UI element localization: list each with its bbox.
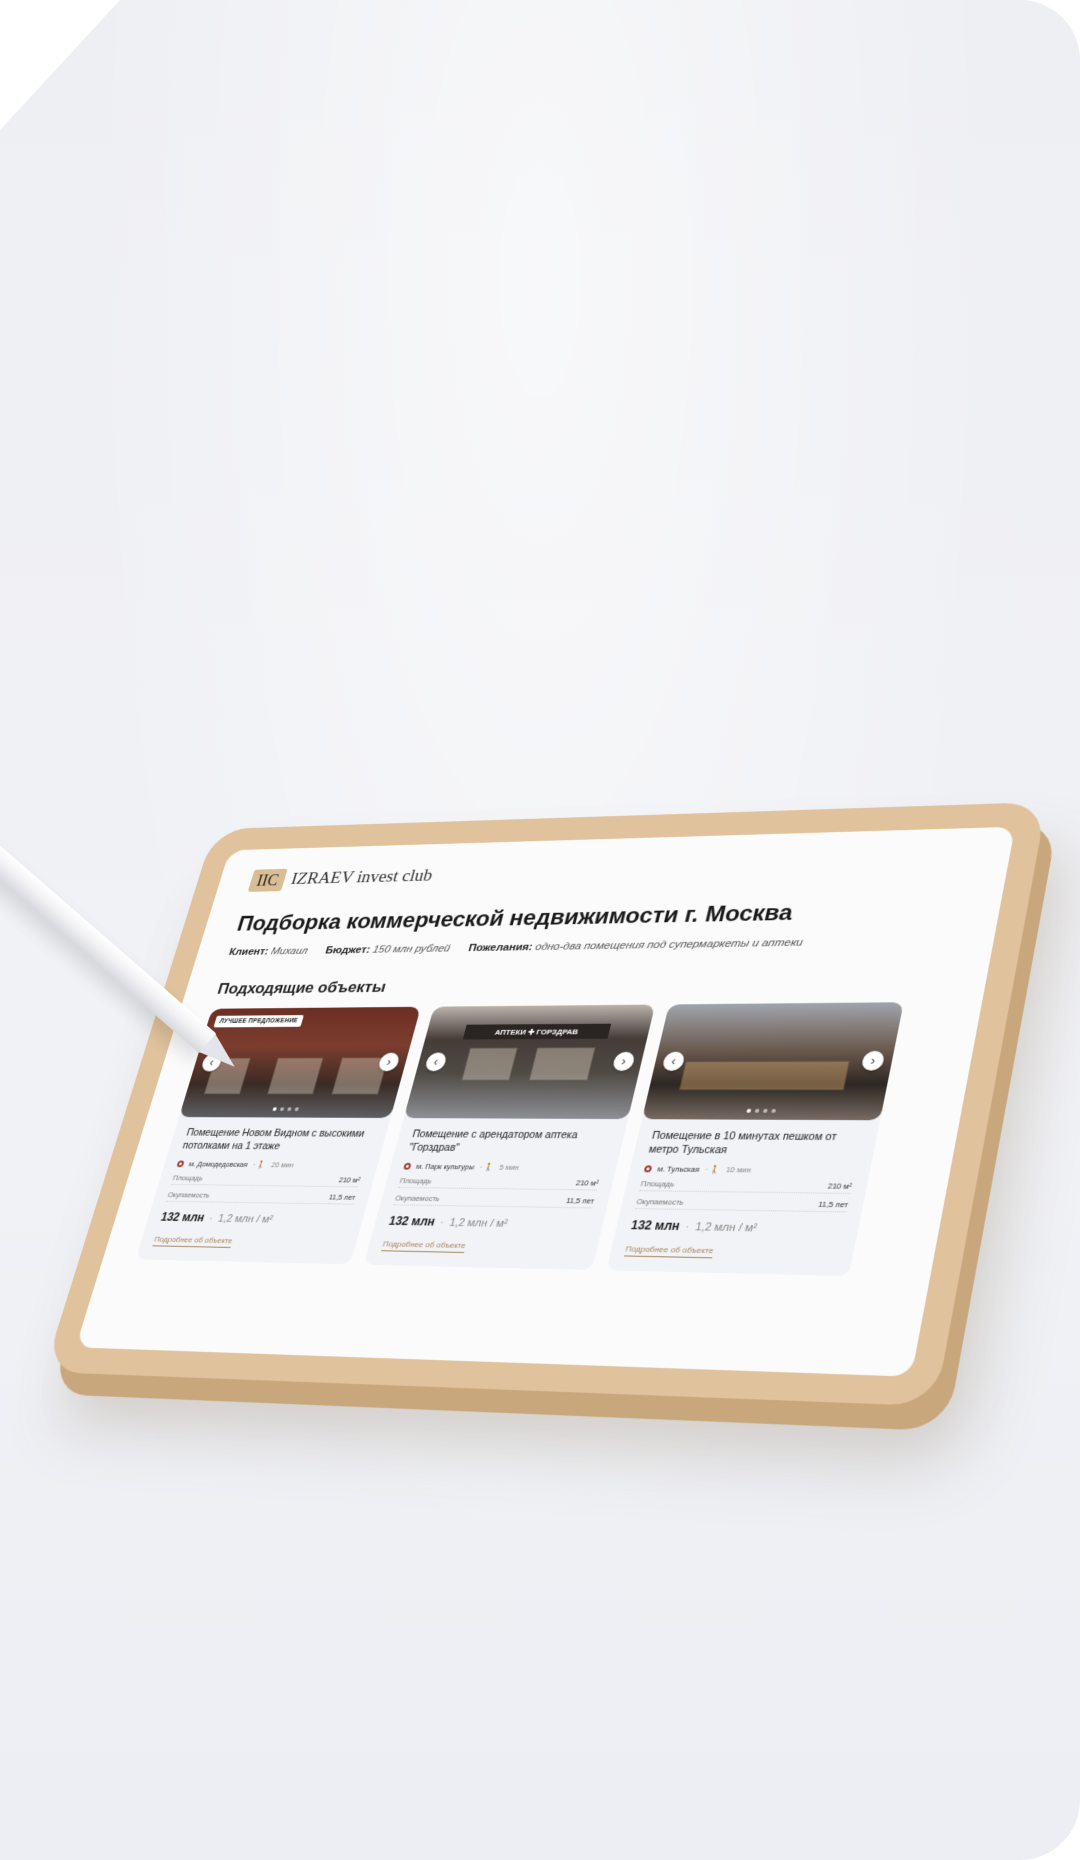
photo-detail	[267, 1057, 324, 1095]
details-link[interactable]: Подробнее об объекте	[623, 1244, 715, 1259]
chevron-right-icon[interactable]: ›	[860, 1050, 886, 1071]
budget-value: 150 млн рублей	[371, 943, 452, 956]
photo-detail	[461, 1047, 518, 1081]
card-body: Помещение в 10 минутах пешком от метро Т…	[606, 1119, 880, 1276]
area-row: Площадь 210 м²	[398, 1176, 600, 1191]
price: 132 млн · 1,2 млн / м²	[159, 1211, 351, 1228]
price-total: 132 млн	[629, 1218, 682, 1234]
brand[interactable]: IIC IZRAEV invest club	[247, 850, 974, 892]
metro-icon	[643, 1165, 653, 1173]
property-card[interactable]: ‹ › Помещение в 10 минутах пешком от мет…	[606, 1002, 904, 1277]
location: м. Домодедовская · 🚶 20 мин	[176, 1160, 365, 1170]
card-body: Помещение с арендатором аптека "Горздрав…	[364, 1118, 628, 1270]
card-title: Помещение Новом Видном с высокими потолк…	[181, 1127, 366, 1153]
area-value: 210 м²	[337, 1175, 362, 1185]
tablet-frame: IIC IZRAEV invest club Подборка коммерче…	[43, 801, 1047, 1407]
price-separator: ·	[207, 1214, 214, 1225]
payback-label: Окупаемость	[635, 1197, 685, 1208]
walk-time: 5 мин	[498, 1163, 520, 1173]
payback-value: 11,5 лет	[817, 1200, 849, 1210]
payback-row: Окупаемость 11,5 лет	[393, 1194, 596, 1209]
metro-icon	[402, 1163, 412, 1170]
chevron-left-icon[interactable]: ‹	[423, 1052, 448, 1072]
price-per-sqm: 1,2 млн / м²	[447, 1217, 509, 1231]
metro-station: м. Парк культуры	[415, 1162, 476, 1172]
tablet-screen: IIC IZRAEV invest club Подборка коммерче…	[75, 826, 1016, 1377]
area-value: 210 м²	[574, 1178, 600, 1188]
details-link[interactable]: Подробнее об объекте	[380, 1239, 467, 1254]
wishes-label: Пожелания:	[467, 941, 534, 954]
price-per-sqm: 1,2 млн / м²	[693, 1221, 759, 1235]
store-sign: АПТЕКИ ✚ ГОРЗДРАВ	[462, 1023, 612, 1040]
photo-detail	[528, 1047, 596, 1081]
price-total: 132 млн	[159, 1210, 207, 1225]
area-label: Площадь	[639, 1179, 676, 1189]
payback-value: 11,5 лет	[564, 1196, 596, 1206]
area-value: 210 м²	[826, 1181, 853, 1192]
page-title: Подборка коммерческой недвижимости г. Мо…	[234, 900, 796, 936]
carousel-dots	[644, 1108, 883, 1113]
price-separator: ·	[438, 1218, 445, 1230]
best-offer-badge: ЛУЧШЕЕ ПРЕДЛОЖЕНИЕ	[213, 1015, 304, 1028]
price-separator: ·	[684, 1222, 691, 1234]
walk-icon: · 🚶	[704, 1165, 721, 1175]
property-photo[interactable]: АПТЕКИ ✚ ГОРЗДРАВ ‹ ›	[403, 1004, 656, 1120]
client-value: Михаил	[269, 945, 310, 957]
brand-logo: IIC	[247, 868, 288, 892]
walk-time: 20 мин	[270, 1160, 295, 1170]
payback-label: Окупаемость	[166, 1190, 211, 1200]
area-row: Площадь 210 м²	[639, 1179, 853, 1195]
area-label: Площадь	[171, 1173, 204, 1183]
payback-label: Окупаемость	[394, 1194, 441, 1204]
payback-row: Окупаемость 11,5 лет	[634, 1197, 849, 1213]
chevron-left-icon[interactable]: ‹	[661, 1051, 686, 1071]
property-cards: ЛУЧШЕЕ ПРЕДЛОЖЕНИЕ ‹ › Помещение Новом В…	[135, 1002, 943, 1277]
card-title: Помещение в 10 минутах пешком от метро Т…	[647, 1129, 838, 1157]
metro-station: м. Домодедовская	[187, 1160, 249, 1170]
details-link[interactable]: Подробнее об объекте	[152, 1235, 234, 1249]
walk-icon: · 🚶	[478, 1163, 495, 1172]
price: 132 млн · 1,2 млн / м²	[629, 1218, 844, 1236]
property-photo[interactable]: ‹ ›	[641, 1002, 904, 1121]
budget-label: Бюджет:	[324, 944, 372, 957]
client-info: Клиент: Михаил	[228, 946, 309, 958]
price: 132 млн · 1,2 млн / м²	[387, 1214, 590, 1231]
metro-station: м. Тульская	[656, 1164, 701, 1175]
wishes-value: одно-два помещения под супермаркеты и ап…	[533, 937, 804, 953]
walk-icon: · 🚶	[251, 1160, 268, 1170]
price-total: 132 млн	[387, 1214, 437, 1229]
area-row: Площадь 210 м²	[170, 1173, 362, 1188]
section-title: Подходящие объекты	[215, 978, 389, 998]
chevron-right-icon[interactable]: ›	[611, 1051, 636, 1071]
location: м. Парк культуры · 🚶 5 мин	[402, 1162, 603, 1173]
price-per-sqm: 1,2 млн / м²	[216, 1213, 275, 1226]
brand-name: IZRAEV invest club	[288, 866, 435, 889]
payback-row: Окупаемость 11,5 лет	[165, 1190, 357, 1205]
payback-value: 11,5 лет	[327, 1193, 357, 1203]
photo-detail	[678, 1060, 850, 1091]
area-label: Площадь	[398, 1176, 433, 1186]
wishes-info: Пожелания: одно-два помещения под суперм…	[467, 937, 804, 954]
metro-icon	[176, 1160, 185, 1168]
carousel-dots	[181, 1107, 393, 1112]
budget-info: Бюджет: 150 млн рублей	[324, 943, 451, 956]
walk-time: 10 мин	[725, 1165, 752, 1175]
tablet-mockup: IIC IZRAEV invest club Подборка коммерче…	[43, 770, 1047, 1430]
card-title: Помещение с арендатором аптека "Горздрав…	[407, 1128, 579, 1154]
card-body: Помещение Новом Видном с высокими потолк…	[135, 1117, 390, 1265]
request-meta: Клиент: Михаил Бюджет: 150 млн рублей По…	[228, 935, 957, 958]
client-label: Клиент:	[227, 946, 270, 958]
chevron-right-icon[interactable]: ›	[377, 1052, 401, 1072]
location: м. Тульская · 🚶 10 мин	[643, 1165, 855, 1176]
